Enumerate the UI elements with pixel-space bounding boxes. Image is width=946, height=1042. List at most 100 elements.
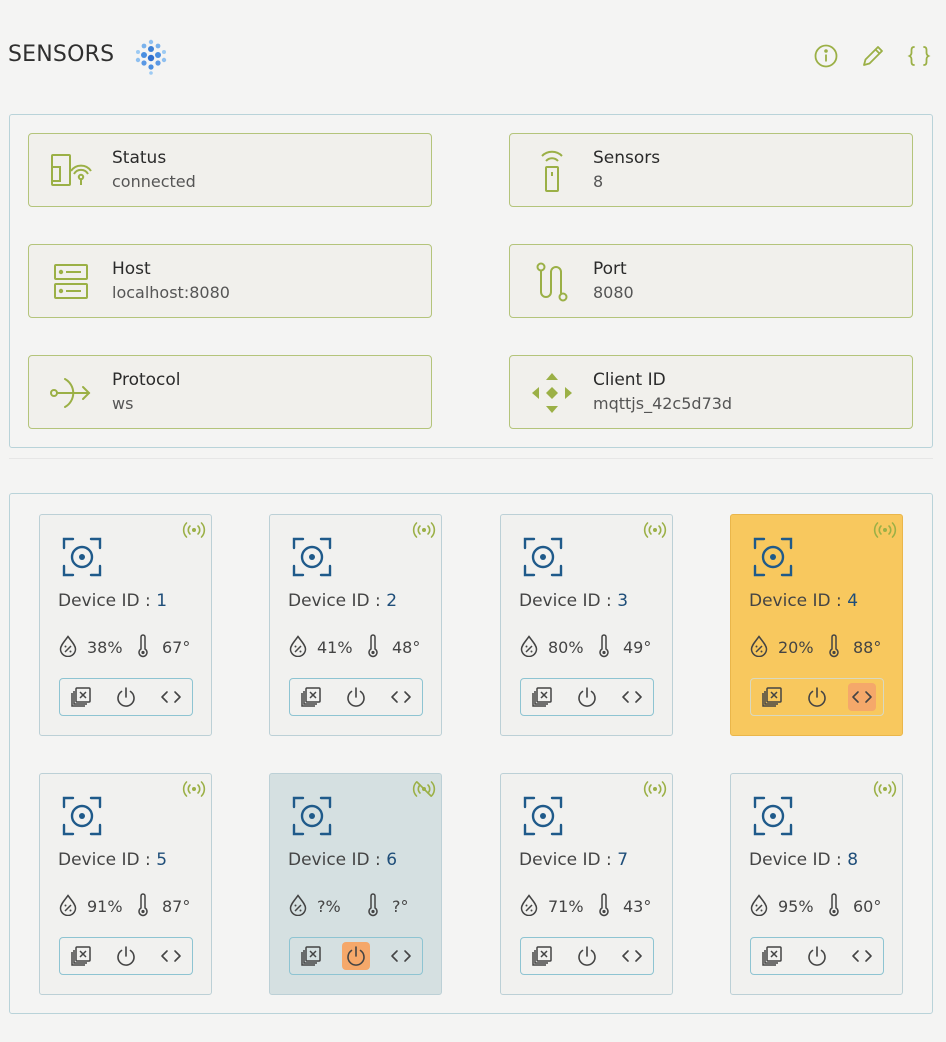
code-button[interactable]: [618, 683, 646, 711]
code-icon: [161, 950, 181, 962]
humidity-value: 80%: [548, 638, 584, 657]
power-button[interactable]: [112, 683, 140, 711]
device-id: Device ID : 8: [749, 850, 858, 870]
power-button[interactable]: [573, 683, 601, 711]
device-actions: [59, 937, 193, 975]
sensors-card: Sensors 8: [509, 133, 913, 207]
device-card-2[interactable]: Device ID : 2 41% 48°: [269, 514, 442, 736]
device-metrics: ?% ?°: [288, 893, 438, 919]
temperature-value: 60°: [853, 897, 882, 916]
host-value: localhost:8080: [112, 283, 230, 302]
device-metrics: 71% 43°: [519, 893, 669, 919]
device-metrics: 20% 88°: [749, 634, 899, 660]
device-id: Device ID : 5: [58, 850, 167, 870]
sensor-scan-icon: [523, 537, 563, 577]
device-card-3[interactable]: Device ID : 3 80% 49°: [500, 514, 673, 736]
clear-data-icon: [532, 687, 552, 707]
thermometer-icon: [368, 893, 378, 917]
port-card: Port 8080: [509, 244, 913, 318]
code-button[interactable]: [157, 683, 185, 711]
clear-button[interactable]: [67, 942, 95, 970]
device-id-value: 7: [617, 850, 629, 870]
thermometer-icon: [138, 634, 148, 658]
power-button[interactable]: [112, 942, 140, 970]
port-label: Port: [593, 259, 627, 279]
power-icon: [578, 687, 596, 707]
signal-icon: [873, 522, 897, 538]
device-id-label: Device ID :: [519, 591, 612, 611]
device-card-6[interactable]: Device ID : 6 ?% ?°: [269, 773, 442, 995]
device-id-value: 1: [156, 591, 168, 611]
signal-icon: [643, 781, 667, 797]
clear-data-icon: [301, 946, 321, 966]
code-button[interactable]: [387, 942, 415, 970]
humidity-value: 20%: [778, 638, 814, 657]
code-button[interactable]: [157, 942, 185, 970]
client-id-value: mqttjs_42c5d73d: [593, 394, 733, 413]
code-button[interactable]: [618, 942, 646, 970]
power-icon: [808, 946, 826, 966]
power-button[interactable]: [342, 683, 370, 711]
code-button[interactable]: [848, 942, 876, 970]
power-icon: [347, 946, 365, 966]
code-button[interactable]: [387, 683, 415, 711]
humidity-icon: [750, 894, 768, 916]
signal-icon: [643, 522, 667, 538]
clear-button[interactable]: [758, 942, 786, 970]
clear-button[interactable]: [528, 942, 556, 970]
power-button[interactable]: [342, 942, 370, 970]
clear-button[interactable]: [758, 683, 786, 711]
device-card-8[interactable]: Device ID : 8 95% 60°: [730, 773, 903, 995]
sensor-scan-icon: [753, 537, 793, 577]
humidity-value: 95%: [778, 897, 814, 916]
humidity-icon: [289, 894, 307, 916]
power-button[interactable]: [803, 942, 831, 970]
device-card-7[interactable]: Device ID : 7 71% 43°: [500, 773, 673, 995]
clear-button[interactable]: [67, 683, 95, 711]
device-id-value: 6: [386, 850, 398, 870]
clear-button[interactable]: [297, 942, 325, 970]
sensors-value: 8: [593, 172, 604, 191]
braces-icon: [907, 46, 931, 66]
info-button[interactable]: [811, 41, 841, 71]
protocol-card: Protocol ws: [28, 355, 432, 429]
edit-button[interactable]: [858, 41, 888, 71]
status-label: Status: [112, 148, 167, 168]
clear-button[interactable]: [528, 683, 556, 711]
clear-data-icon: [301, 687, 321, 707]
device-id: Device ID : 4: [749, 591, 858, 611]
clear-data-icon: [71, 946, 91, 966]
humidity-icon: [520, 894, 538, 916]
code-icon: [622, 691, 642, 703]
device-id-value: 4: [847, 591, 859, 611]
humidity-icon: [750, 635, 768, 657]
clear-button[interactable]: [297, 683, 325, 711]
humidity-icon: [289, 635, 307, 657]
clear-data-icon: [532, 946, 552, 966]
pencil-icon: [863, 46, 883, 66]
thermometer-icon: [138, 893, 148, 917]
power-button[interactable]: [573, 942, 601, 970]
signal-icon: [412, 522, 436, 538]
info-icon: [814, 44, 838, 68]
thermometer-icon: [599, 893, 609, 917]
sensor-scan-icon: [62, 537, 102, 577]
temperature-value: ?°: [392, 897, 409, 916]
client-id-label: Client ID: [593, 370, 666, 390]
json-button[interactable]: [904, 41, 934, 71]
power-button[interactable]: [803, 683, 831, 711]
device-card-4[interactable]: Device ID : 4 20% 88°: [730, 514, 903, 736]
clear-data-icon: [71, 687, 91, 707]
device-id: Device ID : 1: [58, 591, 167, 611]
device-card-5[interactable]: Device ID : 5 91% 87°: [39, 773, 212, 995]
devices-panel: Device ID : 1 38% 67° Device ID: 2 41% …: [9, 493, 933, 1014]
device-id-label: Device ID :: [288, 850, 381, 870]
power-icon: [808, 687, 826, 707]
device-actions: [59, 678, 193, 716]
device-actions: [520, 937, 654, 975]
code-button[interactable]: [848, 683, 876, 711]
device-id-value: 8: [847, 850, 859, 870]
device-card-1[interactable]: Device ID : 1 38% 67°: [39, 514, 212, 736]
connection-icon: [51, 154, 92, 186]
device-metrics: 80% 49°: [519, 634, 669, 660]
